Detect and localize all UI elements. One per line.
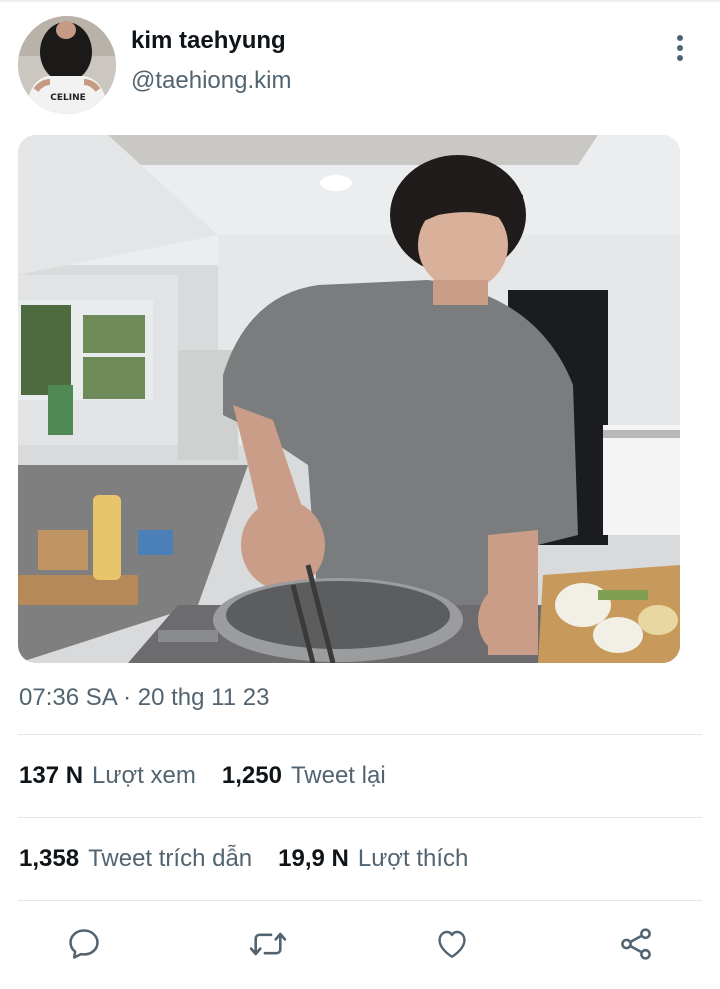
stats-row-quotes-likes: 1,358 Tweet trích dẫn 19,9 N Lượt thích <box>19 845 494 873</box>
heart-icon <box>438 930 466 958</box>
more-vertical-icon <box>677 35 683 61</box>
reply-icon <box>69 929 99 959</box>
avatar-shirt-text: CELINE <box>50 93 86 103</box>
quote-count[interactable]: 1,358 <box>19 845 79 873</box>
views-count: 137 N <box>19 762 84 789</box>
divider <box>18 734 702 735</box>
share-button[interactable] <box>612 918 660 970</box>
views-label: Lượt xem <box>92 762 196 789</box>
tweet-header: CELINE kim taehyung @taehiong.kim <box>0 0 720 130</box>
author-name[interactable]: kim taehyung <box>131 27 286 55</box>
divider <box>18 817 702 818</box>
author-handle[interactable]: @taehiong.kim <box>131 67 291 95</box>
like-label[interactable]: Lượt thích <box>358 845 469 873</box>
retweet-label[interactable]: Tweet lại <box>291 762 386 790</box>
share-icon <box>621 928 651 960</box>
tweet-actions-bar <box>0 918 720 970</box>
kitchen-photo-image <box>18 135 680 663</box>
avatar[interactable]: CELINE <box>18 16 116 114</box>
like-count[interactable]: 19,9 N <box>278 845 349 873</box>
reply-button[interactable] <box>60 918 108 970</box>
retweet-button[interactable] <box>244 918 292 970</box>
divider <box>18 900 702 901</box>
retweet-icon <box>249 932 287 956</box>
tweet-timestamp[interactable]: 07:36 SA · 20 thg 11 23 <box>19 684 269 712</box>
avatar-image: CELINE <box>18 16 116 114</box>
quote-label[interactable]: Tweet trích dẫn <box>88 845 252 873</box>
stats-row-views-retweets: 137 N Lượt xem 1,250 Tweet lại <box>19 762 412 790</box>
tweet-photo[interactable] <box>18 135 680 663</box>
more-options-button[interactable] <box>664 30 696 66</box>
like-button[interactable] <box>428 918 476 970</box>
retweet-count[interactable]: 1,250 <box>222 762 282 790</box>
